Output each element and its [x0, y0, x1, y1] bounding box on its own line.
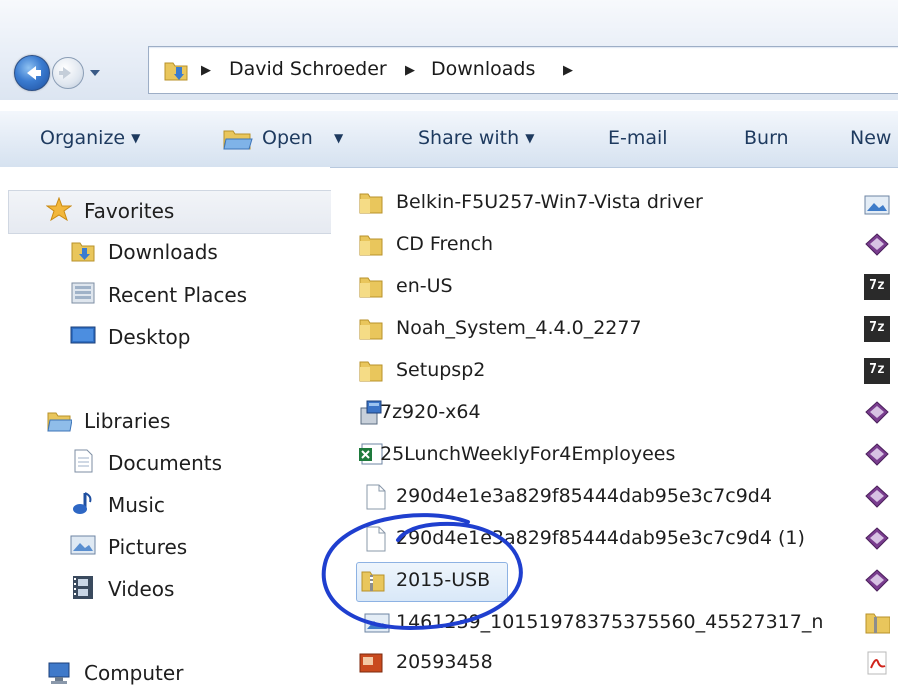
package-icon [865, 569, 889, 592]
7z-icon: 7z [864, 316, 890, 342]
list-item[interactable]: Belkin-F5U257-Win7-Vista driver [396, 191, 703, 213]
command-bar: Organize ▼ Open ▼ Share with ▼ E-mail Burn… [0, 110, 898, 168]
nav-downloads[interactable]: Downloads [108, 240, 218, 264]
7z-icon: 7z [864, 358, 890, 384]
recent-places-icon [71, 282, 95, 304]
forward-arrow-icon [59, 67, 71, 79]
list-item-selected[interactable]: 2015-USB [396, 569, 490, 591]
email-button[interactable]: E-mail [608, 127, 668, 149]
organize-label: Organize [40, 127, 126, 149]
list-item[interactable]: 1461239_10151978375375560_45527317_n [396, 611, 823, 633]
computer-icon [48, 662, 70, 684]
folder-icon [359, 277, 383, 298]
share-with-button[interactable]: Share with ▼ [418, 127, 534, 149]
folder-icon [359, 235, 383, 256]
share-with-label: Share with [418, 127, 520, 149]
package-icon [865, 401, 889, 424]
nav-pictures[interactable]: Pictures [108, 535, 187, 559]
back-button[interactable] [14, 55, 50, 91]
zip-folder-icon [865, 613, 890, 634]
chevron-down-icon: ▼ [525, 131, 535, 145]
list-item[interactable]: 290d4e1e3a829f85444dab95e3c7c9d4 [396, 485, 772, 507]
breadcrumb-separator-icon[interactable]: ▶ [201, 63, 211, 78]
downloads-folder-icon [164, 62, 188, 81]
list-item[interactable]: Noah_System_4.4.0_2277 [396, 317, 642, 339]
chevron-down-icon: ▼ [334, 131, 344, 145]
pdf-icon [867, 651, 887, 675]
7z-icon: 7z [864, 274, 890, 300]
folder-icon [359, 361, 383, 382]
nav-documents[interactable]: Documents [108, 451, 222, 475]
zip-folder-icon [361, 571, 385, 592]
nav-music[interactable]: Music [108, 493, 165, 517]
list-item[interactable]: en-US [396, 275, 453, 297]
downloads-folder-icon [71, 242, 95, 262]
list-item[interactable]: 290d4e1e3a829f85444dab95e3c7c9d4 (1) [396, 527, 805, 549]
forward-button[interactable] [52, 57, 84, 89]
organize-button[interactable]: Organize ▼ [40, 127, 140, 149]
breadcrumb-separator-icon[interactable]: ▶ [563, 63, 573, 78]
music-icon [73, 492, 92, 514]
navigation-pane: Favorites Downloads Recent Places Deskto… [0, 167, 331, 686]
nav-videos[interactable]: Videos [108, 577, 174, 601]
breadcrumb-separator-icon[interactable]: ▶ [405, 63, 415, 78]
libraries-icon [47, 412, 72, 432]
new-folder-button[interactable]: New [850, 127, 891, 149]
open-label: Open [262, 127, 313, 149]
breadcrumb-downloads[interactable]: Downloads [431, 58, 535, 80]
list-item[interactable]: CD French [396, 233, 493, 255]
burn-button[interactable]: Burn [744, 127, 789, 149]
package-icon [865, 485, 889, 508]
nav-libraries[interactable]: Libraries [84, 409, 170, 433]
back-arrow-icon [27, 66, 41, 80]
list-item[interactable]: 7z920-x64 [380, 401, 481, 423]
desktop-icon [70, 326, 96, 344]
folder-icon [359, 319, 383, 340]
address-bar-area: ▶ David Schroeder ▶ Downloads ▶ [0, 0, 898, 100]
open-folder-icon [223, 130, 253, 150]
nav-computer[interactable]: Computer [84, 661, 183, 685]
package-icon [865, 443, 889, 466]
open-button[interactable]: Open [262, 127, 313, 149]
file-icon [366, 526, 386, 552]
list-item[interactable]: Setupsp2 [396, 359, 485, 381]
package-icon [865, 233, 889, 256]
videos-icon [73, 576, 93, 599]
image-icon [364, 613, 390, 633]
list-item[interactable]: 25LunchWeeklyFor4Employees [380, 443, 675, 465]
nav-recent-places[interactable]: Recent Places [108, 283, 247, 307]
nav-favorites[interactable]: Favorites [84, 199, 174, 223]
favorites-star-icon [46, 197, 72, 221]
nav-desktop[interactable]: Desktop [108, 325, 190, 349]
pictures-icon [70, 535, 96, 555]
folder-icon [359, 193, 383, 214]
chevron-down-icon: ▼ [131, 131, 141, 145]
recent-pages-dropdown-icon[interactable] [88, 66, 102, 80]
address-box[interactable]: ▶ David Schroeder ▶ Downloads ▶ [148, 46, 898, 94]
image-icon [864, 195, 890, 215]
documents-icon [74, 449, 93, 473]
list-item[interactable]: 20593458 [396, 651, 493, 673]
package-icon [865, 527, 889, 550]
open-dropdown-icon[interactable]: ▼ [334, 127, 343, 149]
image-app-icon [359, 653, 383, 673]
file-icon [366, 484, 386, 510]
breadcrumb-david-schroeder[interactable]: David Schroeder [229, 58, 387, 80]
